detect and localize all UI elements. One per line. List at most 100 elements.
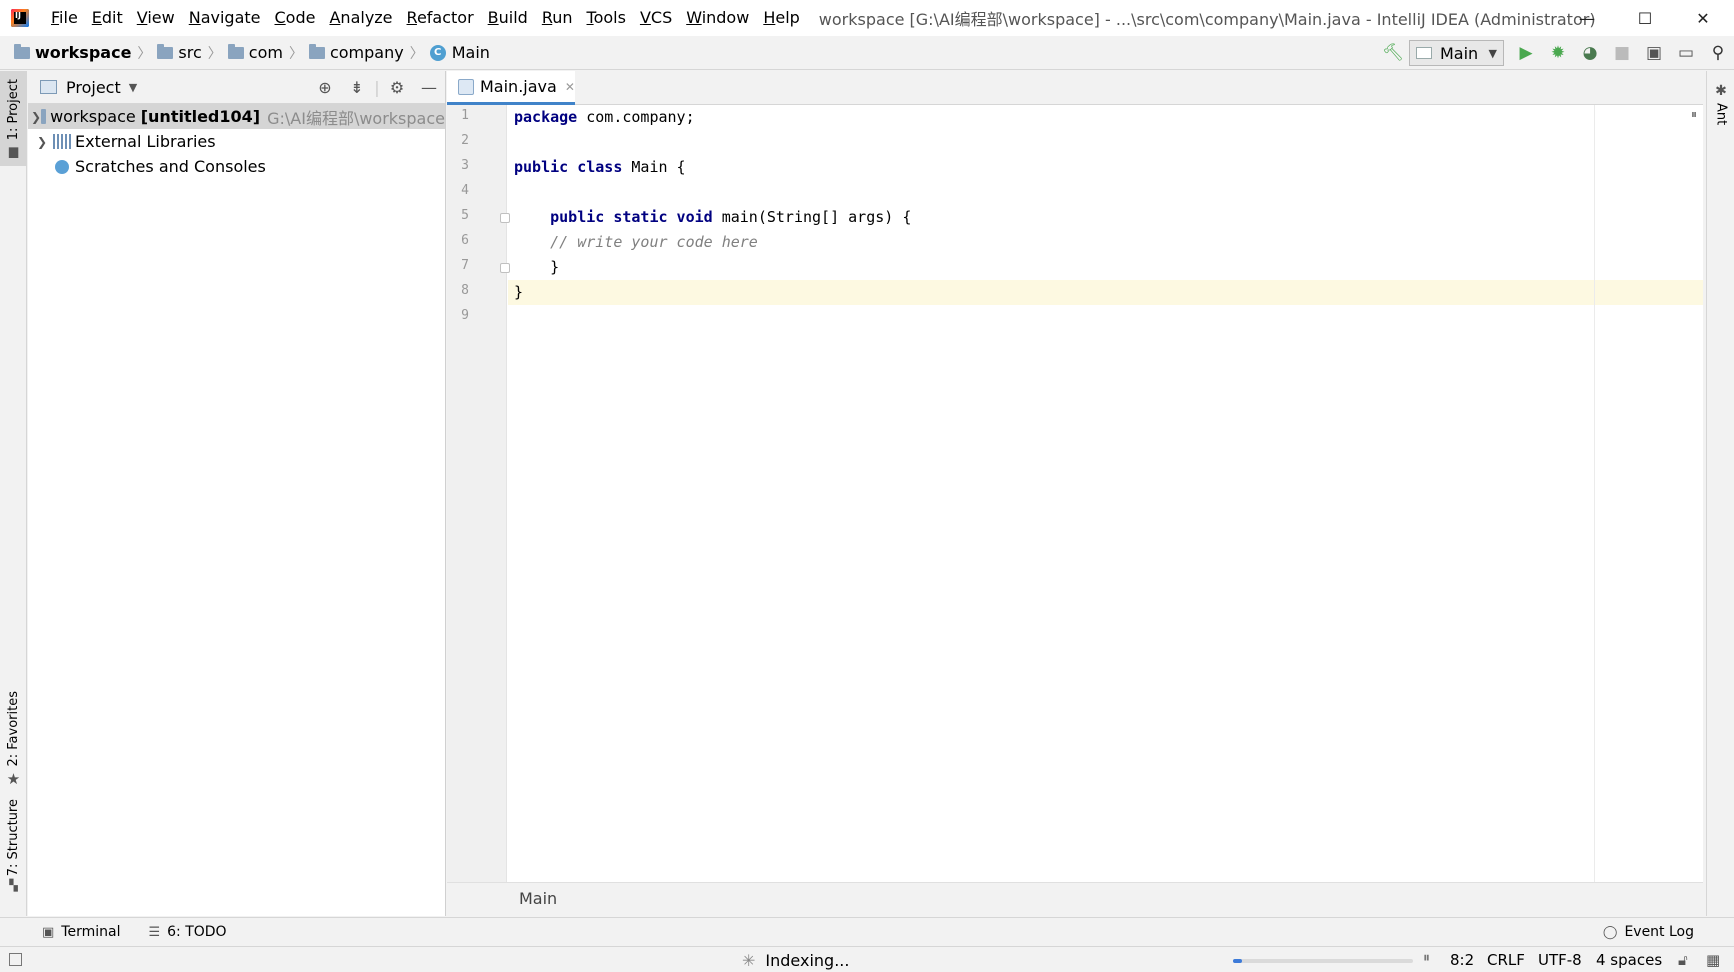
breadcrumb-src[interactable]: src 〉 [157, 43, 227, 63]
memory-indicator-icon[interactable]: ▦ [1706, 947, 1720, 972]
line-number: 4 [461, 183, 469, 198]
project-panel: Project ▼ ⊕ ⇟ | ⚙ — ❯ workspace [untitle… [28, 71, 446, 916]
gear-icon[interactable]: ⚙ [381, 78, 413, 97]
breadcrumb-label: company [329, 43, 404, 62]
lock-icon[interactable]: 🔓︎ [1678, 947, 1688, 972]
menu-tools[interactable]: Tools [580, 0, 633, 36]
tree-item-scratches[interactable]: Scratches and Consoles [28, 154, 445, 179]
title-bar: File Edit View Navigate Code Analyze Ref… [0, 0, 1734, 36]
project-tree: ❯ workspace [untitled104] G:\AI编程部\works… [28, 104, 445, 179]
tab-terminal-label: Terminal [61, 924, 121, 940]
locate-target-icon[interactable]: ⊕ [309, 78, 341, 97]
breadcrumb-com[interactable]: com 〉 [227, 43, 309, 63]
project-view-selector[interactable]: Project ▼ [40, 78, 137, 97]
line-number: 7 [461, 258, 469, 273]
tab-project[interactable]: 1: Project ▆ [0, 71, 27, 166]
breadcrumb-label: src [178, 43, 202, 62]
editor-gutter: 1 2 3 4 5 6 7 8 9 [447, 105, 510, 882]
maximize-button[interactable]: ☐ [1616, 0, 1674, 36]
tool-windows-bar: ▣ Terminal ☰ 6: TODO ◯ Event Log [0, 917, 1734, 946]
menu-build[interactable]: Build [481, 0, 535, 36]
chevron-down-icon: ▼ [1488, 46, 1497, 60]
file-encoding[interactable]: UTF-8 [1538, 947, 1582, 972]
tree-item-label: workspace [50, 107, 136, 126]
line-number: 9 [461, 308, 469, 323]
code-line-6: // write your code here [508, 230, 1703, 255]
tab-structure-label: 7: Structure [6, 799, 21, 877]
tab-event-log[interactable]: ◯ Event Log [1603, 924, 1694, 940]
run-configuration-select[interactable]: Main ▼ [1409, 40, 1504, 66]
tab-todo-label: 6: TODO [167, 924, 227, 940]
navigation-bar: workspace 〉 src 〉 com 〉 company 〉 C Main… [0, 36, 1734, 70]
project-panel-title: Project [66, 77, 121, 97]
tab-todo[interactable]: ☰ 6: TODO [148, 924, 226, 940]
collapse-all-icon[interactable]: ⇟ [341, 78, 373, 97]
module-folder-icon [14, 43, 30, 59]
menu-edit[interactable]: Edit [85, 0, 130, 36]
expand-arrow-icon[interactable]: ❯ [31, 110, 41, 124]
tab-main-java[interactable]: Main.java ✕ [447, 71, 575, 105]
menu-help[interactable]: Help [756, 0, 806, 36]
spinner-icon: ✳ [742, 950, 756, 970]
stop-icon[interactable]: ■ [1606, 36, 1638, 70]
line-number: 2 [461, 133, 469, 148]
libraries-icon [53, 134, 71, 149]
breadcrumb-workspace[interactable]: workspace 〉 [14, 43, 157, 63]
progress-fill [1233, 959, 1242, 963]
menu-code[interactable]: Code [268, 0, 323, 36]
menu-analyze[interactable]: Analyze [322, 0, 399, 36]
sdk-manager-icon[interactable]: ▭ [1670, 36, 1702, 70]
menu-view[interactable]: View [130, 0, 182, 36]
debug-bug-icon[interactable]: ✹ [1542, 36, 1574, 70]
expand-arrow-icon[interactable]: ❯ [31, 135, 53, 149]
build-hammer-icon[interactable]: 🔨︎ [1377, 36, 1409, 70]
menu-window[interactable]: Window [679, 0, 756, 36]
caret-position[interactable]: 8:2 [1450, 947, 1474, 972]
tab-label: Main.java [480, 77, 557, 96]
hide-panel-icon[interactable]: — [413, 78, 445, 97]
code-editor[interactable]: package com.company; public class Main {… [508, 105, 1703, 882]
tab-terminal[interactable]: ▣ Terminal [42, 924, 120, 940]
tree-item-workspace[interactable]: ❯ workspace [untitled104] G:\AI编程部\works… [28, 104, 445, 129]
project-panel-header: Project ▼ ⊕ ⇟ | ⚙ — [28, 71, 445, 104]
tree-item-external-libraries[interactable]: ❯ External Libraries [28, 129, 445, 154]
run-play-icon[interactable]: ▶ [1510, 36, 1542, 70]
keyword-token: public static void [550, 208, 713, 226]
breadcrumb-main-class[interactable]: C Main [429, 43, 490, 62]
tab-ant[interactable]: ✱ Ant [1707, 83, 1734, 125]
breadcrumb-company[interactable]: company 〉 [308, 43, 430, 63]
tab-project-label: 1: Project [6, 79, 21, 141]
project-structure-icon[interactable]: ▣ [1638, 36, 1670, 70]
menu-refactor[interactable]: Refactor [400, 0, 481, 36]
breadcrumb-separator-icon: 〉 [288, 45, 303, 62]
keyword-token: public class [514, 158, 623, 176]
menu-vcs[interactable]: VCS [633, 0, 679, 36]
tab-favorites[interactable]: 2: Favorites ★ [0, 691, 27, 788]
editor-tab-bar: Main.java ✕ [447, 71, 1703, 105]
code-text: com.company; [577, 108, 695, 126]
minimize-button[interactable]: — [1558, 0, 1616, 36]
tab-structure[interactable]: 7: Structure ▚ [0, 799, 27, 892]
menu-navigate[interactable]: Navigate [182, 0, 268, 36]
right-margin-guide [1594, 105, 1595, 882]
close-window-button[interactable]: ✕ [1674, 0, 1732, 36]
editor-breadcrumb-item[interactable]: Main [519, 889, 557, 908]
toggle-tool-windows-icon[interactable] [9, 953, 22, 966]
close-tab-icon[interactable]: ✕ [565, 80, 575, 94]
line-separator[interactable]: CRLF [1487, 947, 1525, 972]
package-folder-icon [308, 43, 325, 59]
pause-indexing-icon[interactable]: ⏸ [1423, 950, 1430, 966]
code-line-1: package com.company; [508, 105, 1703, 130]
indent-setting[interactable]: 4 spaces [1596, 947, 1662, 972]
menu-bar: File Edit View Navigate Code Analyze Ref… [44, 0, 807, 36]
code-text: } [514, 258, 560, 276]
run-with-coverage-icon[interactable]: ◕ [1574, 36, 1606, 70]
menu-run[interactable]: Run [535, 0, 580, 36]
inspection-status-icon[interactable]: ⏸ [1691, 107, 1697, 122]
search-everywhere-icon[interactable]: ⚲ [1702, 36, 1734, 70]
menu-file[interactable]: File [44, 0, 85, 36]
chevron-down-icon: ▼ [128, 80, 138, 94]
